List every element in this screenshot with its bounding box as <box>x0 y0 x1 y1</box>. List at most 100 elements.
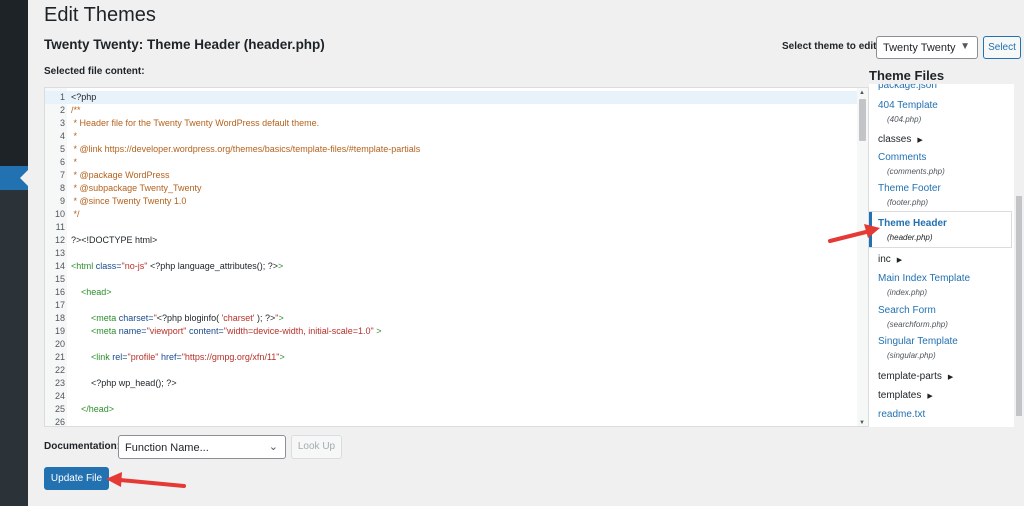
code-line: 15 <box>45 273 857 286</box>
code-token: <?php <box>71 92 97 102</box>
code-line: 4 * <box>45 130 857 143</box>
code-text: </head> <box>71 403 114 416</box>
documentation-label: Documentation: <box>44 441 121 452</box>
line-number: 26 <box>54 417 65 427</box>
code-line: 1 <?php <box>45 91 857 104</box>
function-name-value: Function Name... <box>125 442 209 454</box>
code-text: <?php wp_head(); ?> <box>71 377 177 390</box>
line-number: 2 <box>59 105 65 115</box>
admin-submenu <box>0 190 28 506</box>
line-number: 9 <box>59 196 65 206</box>
editor-scroll-thumb[interactable] <box>859 99 866 141</box>
code-text: /** <box>71 104 81 117</box>
line-number: 4 <box>59 131 65 141</box>
admin-sidebar <box>0 0 28 506</box>
code-token: rel= <box>112 352 128 362</box>
code-text: * @link https://developer.wordpress.org/… <box>71 143 421 156</box>
code-token: * <box>71 157 78 167</box>
folder-label: classes <box>878 134 912 145</box>
files-scroll-thumb[interactable] <box>1016 196 1022 416</box>
code-token: * @subpackage Twenty_Twenty <box>71 183 202 193</box>
expand-triangle-icon[interactable]: ▶ <box>897 257 902 264</box>
file-title: Twenty Twenty: Theme Header (header.php) <box>44 37 325 52</box>
code-token: <?php bloginfo( <box>156 313 222 323</box>
folder-item[interactable]: templates ▶ <box>878 390 933 401</box>
file-link[interactable]: Main Index Template <box>878 273 970 284</box>
code-token: <?php language_attributes(); ?> <box>147 261 279 271</box>
file-link[interactable]: Search Form <box>878 305 936 316</box>
files-scrollbar[interactable] <box>1014 84 1024 427</box>
code-line: 23 <?php wp_head(); ?> <box>45 377 857 390</box>
update-file-button[interactable]: Update File <box>44 467 109 490</box>
file-link[interactable]: Singular Template <box>878 336 958 347</box>
code-token: */ <box>71 209 80 219</box>
select-theme-button[interactable]: Select <box>983 36 1021 59</box>
line-number: 6 <box>59 157 65 167</box>
code-token: 'charset' <box>221 313 255 323</box>
file-link[interactable]: 404 Template <box>878 100 938 111</box>
code-token: </head> <box>71 404 115 414</box>
code-token: "no-js" <box>121 261 148 271</box>
code-token: <html <box>71 261 96 271</box>
code-token: > <box>279 352 285 362</box>
code-token: > <box>278 313 284 323</box>
file-link[interactable]: Theme Footer <box>878 183 941 194</box>
chevron-down-icon: ▼ <box>960 41 970 52</box>
theme-select-label: Select theme to edit: <box>782 41 880 52</box>
line-number: 11 <box>55 222 65 232</box>
code-line: 24 <box>45 390 857 403</box>
file-link[interactable]: Theme Header <box>878 218 947 229</box>
code-line: 25 </head> <box>45 403 857 416</box>
code-line: 13 <box>45 247 857 260</box>
code-text: <meta charset="<?php bloginfo( 'charset'… <box>71 312 284 325</box>
code-text: <html class="no-js" <?php language_attri… <box>71 260 283 273</box>
code-text: <meta name="viewport" content="width=dev… <box>71 325 381 338</box>
selected-file-label: Selected file content: <box>44 66 145 77</box>
scroll-down-icon[interactable]: ▼ <box>859 420 865 426</box>
editor-scrollbar[interactable]: ▲ ▼ <box>857 88 868 426</box>
file-link[interactable]: readme.txt <box>878 409 925 420</box>
code-line: 3 * Header file for the Twenty Twenty Wo… <box>45 117 857 130</box>
line-number: 22 <box>54 365 65 375</box>
file-item-active[interactable]: Theme Header (header.php) <box>869 212 1011 247</box>
code-token: /** <box>71 105 81 115</box>
code-line: 17 <box>45 299 857 312</box>
scroll-up-icon[interactable]: ▲ <box>859 90 865 96</box>
line-number: 8 <box>59 183 65 193</box>
line-number: 18 <box>54 313 65 323</box>
expand-triangle-icon[interactable]: ▶ <box>927 393 932 400</box>
folder-item[interactable]: template-parts ▶ <box>878 371 953 382</box>
code-token: <meta <box>71 326 119 336</box>
code-text: <?php <box>71 91 96 104</box>
file-link[interactable]: package.json <box>878 84 937 91</box>
code-text: ?><!DOCTYPE html> <box>71 234 157 247</box>
line-number: 24 <box>54 391 65 401</box>
code-editor[interactable]: 1 <?php 2 /** 3 * Header file for the Twenty… <box>44 87 869 427</box>
code-line: 2 /** <box>45 104 857 117</box>
folder-item[interactable]: classes ▶ <box>878 134 923 145</box>
function-name-select[interactable]: Function Name... ⌄ <box>118 435 286 459</box>
line-number: 12 <box>54 235 65 245</box>
folder-item[interactable]: inc ▶ <box>878 254 902 265</box>
code-line: 14 <html class="no-js" <?php language_att… <box>45 260 857 273</box>
theme-select-value: Twenty Twenty <box>883 42 956 54</box>
code-text: <link rel="profile" href="https://gmpg.o… <box>71 351 285 364</box>
file-name: (comments.php) <box>887 167 945 176</box>
line-number: 17 <box>54 300 65 310</box>
code-line: 16 <head> <box>45 286 857 299</box>
theme-select[interactable]: Twenty Twenty ▼ <box>876 36 978 59</box>
code-token: href= <box>158 352 182 362</box>
code-token: ?><!DOCTYPE html> <box>71 235 158 245</box>
file-name: (404.php) <box>887 115 922 124</box>
page-title: Edit Themes <box>44 4 156 26</box>
look-up-button[interactable]: Look Up <box>291 435 342 459</box>
file-link[interactable]: Comments <box>878 152 926 163</box>
code-line: 8 * @subpackage Twenty_Twenty <box>45 182 857 195</box>
code-token: charset= <box>118 313 154 323</box>
expand-triangle-icon[interactable]: ▶ <box>948 374 953 381</box>
code-token: name= <box>118 326 147 336</box>
file-name: (footer.php) <box>887 198 929 207</box>
line-number: 13 <box>54 248 65 258</box>
expand-triangle-icon[interactable]: ▶ <box>917 137 922 144</box>
code-line: 18 <meta charset="<?php bloginfo( 'chars… <box>45 312 857 325</box>
